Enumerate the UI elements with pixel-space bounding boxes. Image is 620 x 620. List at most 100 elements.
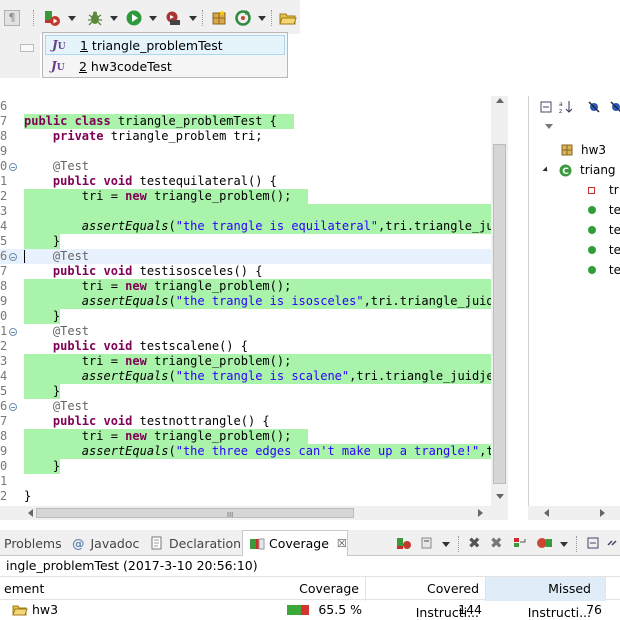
code-line[interactable]: 3 bbox=[0, 204, 508, 219]
code-line[interactable]: 4 assertEquals("the trangle is equilater… bbox=[0, 219, 508, 234]
code-editor[interactable]: 6 7 public class triangle_problemTest {8 p… bbox=[0, 96, 508, 506]
code-line[interactable]: 6 bbox=[0, 99, 508, 114]
run-icon[interactable] bbox=[125, 9, 143, 27]
menu-item-triangle-problem-test[interactable]: JU 1 triangle_problemTest bbox=[45, 35, 285, 55]
relaunch-coverage-icon[interactable] bbox=[396, 536, 412, 550]
merge-sessions-icon[interactable] bbox=[512, 536, 528, 550]
editor-scroll-thumb[interactable] bbox=[493, 144, 506, 484]
show-whitespace-icon[interactable]: ¶ bbox=[4, 10, 20, 26]
coverage-bar-covered bbox=[287, 605, 302, 615]
code-line[interactable]: 1 public void testequilateral() { bbox=[0, 174, 508, 189]
column-header-covered[interactable]: Covered Instructi... bbox=[366, 577, 486, 620]
select-session-icon[interactable] bbox=[536, 536, 554, 550]
new-package-icon[interactable] bbox=[210, 9, 228, 27]
code-line[interactable]: 5 } bbox=[0, 234, 508, 249]
fold-toggle-icon[interactable] bbox=[9, 328, 17, 336]
outline-item-method[interactable]: te bbox=[529, 200, 620, 220]
table-row[interactable]: hw3 65.5 % 144 76 bbox=[0, 600, 620, 620]
editor-hscroll-thumb[interactable]: III bbox=[36, 508, 354, 519]
code-line[interactable]: 9 bbox=[0, 144, 508, 159]
svg-text:a: a bbox=[559, 101, 563, 108]
code-line[interactable]: 1 @Test bbox=[0, 324, 508, 339]
code-line[interactable]: 0 @Test bbox=[0, 159, 508, 174]
refresh-dropdown-arrow[interactable] bbox=[258, 16, 266, 21]
code-line[interactable]: 7 public void testnottrangle() { bbox=[0, 414, 508, 429]
external-tools-dropdown-arrow[interactable] bbox=[189, 16, 197, 21]
debug-dropdown-arrow[interactable] bbox=[110, 16, 118, 21]
scroll-up-arrow[interactable] bbox=[496, 98, 504, 103]
outline-item-label: tr bbox=[609, 183, 619, 197]
session-dropdown-arrow[interactable] bbox=[560, 542, 568, 547]
code-line[interactable]: 4 assertEquals("the trangle is scalene",… bbox=[0, 369, 508, 384]
dump-execution-data-icon[interactable] bbox=[420, 536, 436, 550]
scroll-down-arrow[interactable] bbox=[496, 494, 504, 499]
editor-horizontal-scrollbar[interactable]: III bbox=[0, 506, 508, 520]
code-line[interactable]: 2} bbox=[0, 489, 508, 504]
outline-item-method[interactable]: te bbox=[529, 260, 620, 280]
link-with-editor-icon[interactable] bbox=[606, 536, 620, 550]
code-line[interactable]: 8 private triangle_problem tri; bbox=[0, 129, 508, 144]
debug-icon[interactable] bbox=[86, 9, 104, 27]
code-text: public class triangle_problemTest { bbox=[24, 114, 277, 128]
column-header-element[interactable]: ement bbox=[4, 577, 214, 601]
code-line[interactable]: 7 public class triangle_problemTest { bbox=[0, 114, 508, 129]
external-tools-icon[interactable] bbox=[164, 9, 182, 27]
editor-vertical-scrollbar[interactable] bbox=[491, 96, 508, 506]
scroll-right-arrow[interactable] bbox=[478, 509, 483, 517]
collapse-all-icon[interactable] bbox=[586, 536, 600, 550]
scroll-left-arrow[interactable] bbox=[544, 509, 549, 517]
fold-toggle-icon[interactable] bbox=[9, 403, 17, 411]
tab-problems[interactable]: Problems bbox=[4, 530, 62, 556]
run-dropdown-arrow[interactable] bbox=[149, 16, 157, 21]
scroll-left-arrow[interactable] bbox=[28, 509, 33, 517]
coverage-run-icon[interactable] bbox=[43, 9, 61, 27]
outline-item-class[interactable]: C triang bbox=[529, 160, 620, 180]
hide-static-icon[interactable] bbox=[609, 100, 620, 114]
open-folder-icon[interactable] bbox=[279, 9, 297, 27]
column-header-missed[interactable]: Missed Instructi... bbox=[486, 577, 606, 620]
sort-az-icon[interactable]: az bbox=[559, 100, 575, 114]
coverage-highlight bbox=[24, 204, 492, 219]
code-line[interactable]: 9 assertEquals("the three edges can't ma… bbox=[0, 444, 508, 459]
minimize-icon[interactable] bbox=[20, 44, 34, 52]
code-line[interactable]: 0 } bbox=[0, 459, 508, 474]
code-line[interactable]: 3 tri = new triangle_problem(); bbox=[0, 354, 508, 369]
code-line[interactable]: 2 tri = new triangle_problem(); bbox=[0, 189, 508, 204]
outline-item-method[interactable]: te bbox=[529, 220, 620, 240]
remove-all-sessions-icon[interactable]: ✖ bbox=[490, 534, 503, 552]
collapse-all-icon[interactable] bbox=[539, 100, 553, 114]
code-line[interactable]: 2 public void testscalene() { bbox=[0, 339, 508, 354]
code-line[interactable]: 5 } bbox=[0, 384, 508, 399]
close-icon[interactable]: ☒ bbox=[337, 537, 347, 550]
tab-declaration[interactable]: Declaration bbox=[150, 530, 241, 556]
refresh-icon[interactable] bbox=[234, 9, 252, 27]
outline-item-field[interactable]: tr bbox=[529, 180, 620, 200]
remove-session-icon[interactable]: ✖ bbox=[468, 534, 481, 552]
expand-arrow-icon[interactable] bbox=[542, 166, 550, 174]
fold-toggle-icon[interactable] bbox=[9, 163, 17, 171]
outline-item-method[interactable]: te bbox=[529, 240, 620, 260]
dump-dropdown-arrow[interactable] bbox=[442, 542, 450, 547]
code-line[interactable]: 7 public void testisosceles() { bbox=[0, 264, 508, 279]
outline-item-package[interactable]: hw3 bbox=[529, 140, 620, 160]
code-line[interactable]: 8 tri = new triangle_problem(); bbox=[0, 279, 508, 294]
toolbar-separator bbox=[576, 536, 577, 552]
code-line[interactable]: 6 @Test bbox=[0, 399, 508, 414]
code-line[interactable]: 9 assertEquals("the trangle is isosceles… bbox=[0, 294, 508, 309]
code-line[interactable]: 0 } bbox=[0, 309, 508, 324]
hide-fields-icon[interactable] bbox=[587, 100, 601, 114]
code-line[interactable]: 6 @Test bbox=[0, 249, 508, 264]
tab-label: Coverage bbox=[269, 536, 329, 551]
tab-coverage[interactable]: Coverage ☒ bbox=[242, 530, 348, 556]
menu-item-hw3code-test[interactable]: JU 2 hw3codeTest bbox=[45, 56, 285, 76]
code-line[interactable]: 1 bbox=[0, 474, 508, 489]
column-header-coverage[interactable]: Coverage bbox=[214, 577, 366, 601]
scroll-right-arrow[interactable] bbox=[600, 509, 605, 517]
code-line[interactable]: 8 tri = new triangle_problem(); bbox=[0, 429, 508, 444]
coverage-dropdown-arrow[interactable] bbox=[68, 16, 76, 21]
code-text: } bbox=[24, 489, 32, 503]
tab-javadoc[interactable]: @ Javadoc bbox=[72, 530, 139, 556]
view-menu-arrow[interactable] bbox=[545, 124, 553, 129]
outline-horizontal-scrollbar[interactable] bbox=[528, 506, 620, 520]
fold-toggle-icon[interactable] bbox=[9, 253, 17, 261]
